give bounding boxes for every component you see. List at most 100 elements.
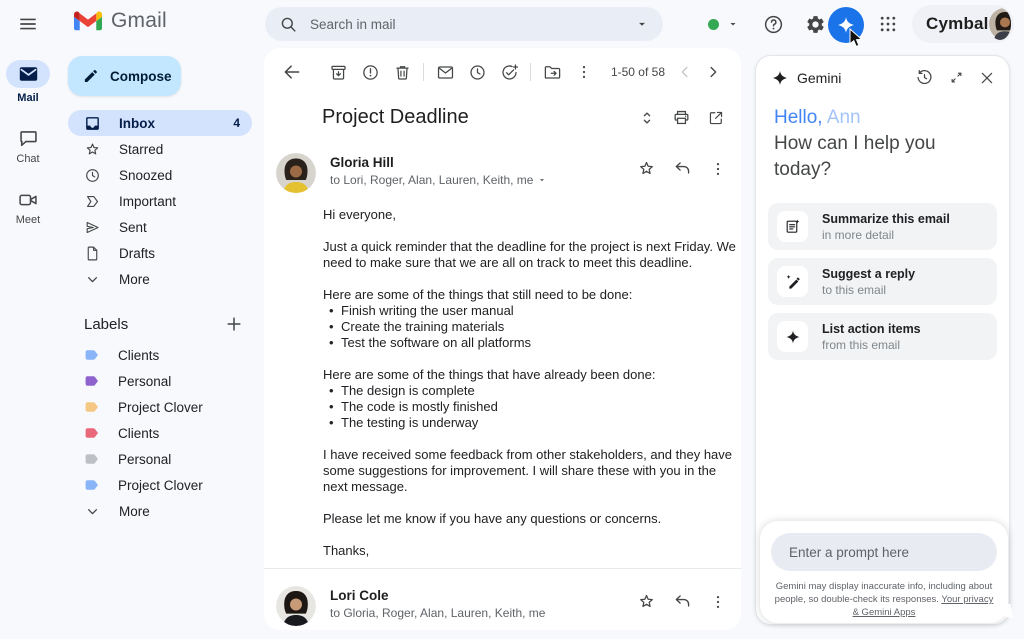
help-button[interactable] (761, 12, 785, 36)
star-icon[interactable] (637, 592, 656, 611)
list-item: Finish writing the user manual (323, 303, 743, 319)
gemini-toggle-button[interactable] (828, 7, 864, 43)
archive-button[interactable] (324, 58, 352, 86)
send-icon (84, 219, 101, 236)
label-tag-icon (84, 451, 100, 467)
more-vert-icon (575, 63, 593, 81)
label-item-project-clover[interactable]: Project Clover (68, 394, 252, 420)
label-item-clients-2[interactable]: Clients (68, 420, 252, 446)
sidebar-item-sent[interactable]: Sent (68, 214, 252, 240)
gemini-header: Gemini (756, 56, 1009, 87)
rail-item-chat[interactable]: Chat (0, 128, 56, 165)
toolbar-divider (423, 63, 424, 81)
create-label-button[interactable] (224, 314, 244, 334)
search-input[interactable]: Search in mail (310, 17, 635, 32)
newer-button[interactable] (671, 58, 699, 86)
more-vert-icon[interactable] (709, 160, 727, 178)
report-spam-button[interactable] (356, 58, 384, 86)
recipients[interactable]: to Gloria, Roger, Alan, Lauren, Keith, m… (330, 606, 637, 620)
gemini-prompt-card: Enter a prompt here Gemini may display i… (760, 521, 1008, 623)
sidebar-item-drafts[interactable]: Drafts (68, 240, 252, 266)
move-to-button[interactable] (538, 58, 566, 86)
mail-toolbar: 1-50 of 58 (264, 48, 741, 86)
body-paragraph: Here are some of the things that have al… (323, 367, 743, 383)
more-actions-button[interactable] (570, 58, 598, 86)
label-tag-icon (84, 425, 100, 441)
add-to-tasks-button[interactable] (495, 58, 523, 86)
expand-panel-icon[interactable] (949, 70, 964, 85)
main-menu-button[interactable] (16, 12, 40, 36)
pencil-icon (82, 67, 100, 85)
older-button[interactable] (699, 58, 727, 86)
back-arrow-icon (282, 62, 302, 82)
suggestion-reply[interactable]: Suggest a reply to this email (768, 258, 997, 305)
sender-avatar[interactable] (276, 153, 316, 193)
chat-icon (18, 128, 39, 149)
sidebar-item-starred[interactable]: Starred (68, 136, 252, 162)
message-header-2[interactable]: Lori Cole to Gloria, Roger, Alan, Lauren… (264, 576, 741, 626)
profile-avatar[interactable] (989, 8, 1011, 40)
more-vert-icon[interactable] (709, 593, 727, 611)
message-divider (264, 568, 741, 569)
list-item: Test the software on all platforms (323, 335, 743, 351)
labels-more-label: More (119, 504, 150, 519)
sidebar-item-more[interactable]: More (68, 266, 252, 292)
history-icon[interactable] (915, 68, 934, 87)
availability-status[interactable] (708, 14, 739, 34)
rail-item-meet[interactable]: Meet (0, 190, 56, 226)
search-bar[interactable]: Search in mail (265, 7, 663, 41)
suggestion-summarize[interactable]: Summarize this email in more detail (768, 203, 997, 250)
list-item: Create the training materials (323, 319, 743, 335)
compose-button[interactable]: Compose (68, 56, 181, 96)
gemini-disclaimer: Gemini may display inaccurate info, incl… (774, 580, 994, 619)
email-subject: Project Deadline (322, 106, 638, 129)
labels-more[interactable]: More (68, 498, 252, 524)
snooze-button[interactable] (463, 58, 491, 86)
app-rail: Mail Chat Meet (0, 48, 56, 226)
apps-grid-button[interactable] (876, 12, 900, 36)
brand-logo: Cymbal (926, 14, 989, 34)
body-paragraph: Just a quick reminder that the deadline … (323, 239, 743, 271)
reply-icon[interactable] (673, 159, 692, 178)
recipients[interactable]: to Lori, Roger, Alan, Lauren, Keith, me (330, 173, 637, 187)
expand-all-icon[interactable] (638, 109, 656, 127)
sidebar-item-inbox[interactable]: Inbox 4 (68, 110, 252, 136)
archive-icon (329, 63, 348, 82)
star-icon[interactable] (637, 159, 656, 178)
settings-button[interactable] (803, 12, 827, 36)
chevron-down-icon (84, 503, 101, 520)
gmail-window: Gmail Search in mail Cymbal (0, 0, 1024, 639)
close-icon[interactable] (979, 70, 995, 86)
sender-avatar[interactable] (276, 586, 316, 626)
list-item: The testing is underway (323, 415, 743, 431)
help-icon (763, 14, 784, 35)
top-bar: Gmail Search in mail Cymbal (0, 0, 1024, 48)
gemini-sparkle-icon (772, 70, 788, 86)
folder-list: Inbox 4 Starred Snoozed Important Sent (56, 110, 264, 292)
status-caret-icon (727, 18, 739, 30)
gmail-logo[interactable]: Gmail (74, 9, 167, 33)
recipients-text: to Gloria, Roger, Alan, Lauren, Keith, m… (330, 606, 545, 620)
suggestion-action-items[interactable]: List action items from this email (768, 313, 997, 360)
body-paragraph: I have received some feedback from other… (323, 447, 743, 495)
label-item-project-clover-2[interactable]: Project Clover (68, 472, 252, 498)
delete-button[interactable] (388, 58, 416, 86)
back-button[interactable] (278, 58, 306, 86)
label-item-personal-2[interactable]: Personal (68, 446, 252, 472)
rail-item-mail[interactable]: Mail (0, 60, 56, 104)
prompt-input[interactable]: Enter a prompt here (771, 533, 997, 571)
sidebar-item-snoozed[interactable]: Snoozed (68, 162, 252, 188)
envelope-icon (436, 63, 455, 82)
label-item-personal[interactable]: Personal (68, 368, 252, 394)
search-icon (279, 15, 298, 34)
label-item-clients[interactable]: Clients (68, 342, 252, 368)
reply-icon[interactable] (673, 592, 692, 611)
print-icon[interactable] (672, 108, 691, 127)
sidebar-item-important[interactable]: Important (68, 188, 252, 214)
account-area[interactable]: Cymbal (912, 5, 1014, 43)
trash-icon (393, 63, 412, 82)
search-options-caret-icon[interactable] (635, 17, 649, 31)
open-in-new-icon[interactable] (707, 109, 725, 127)
mark-unread-button[interactable] (431, 58, 459, 86)
snooze-clock-icon (468, 63, 487, 82)
